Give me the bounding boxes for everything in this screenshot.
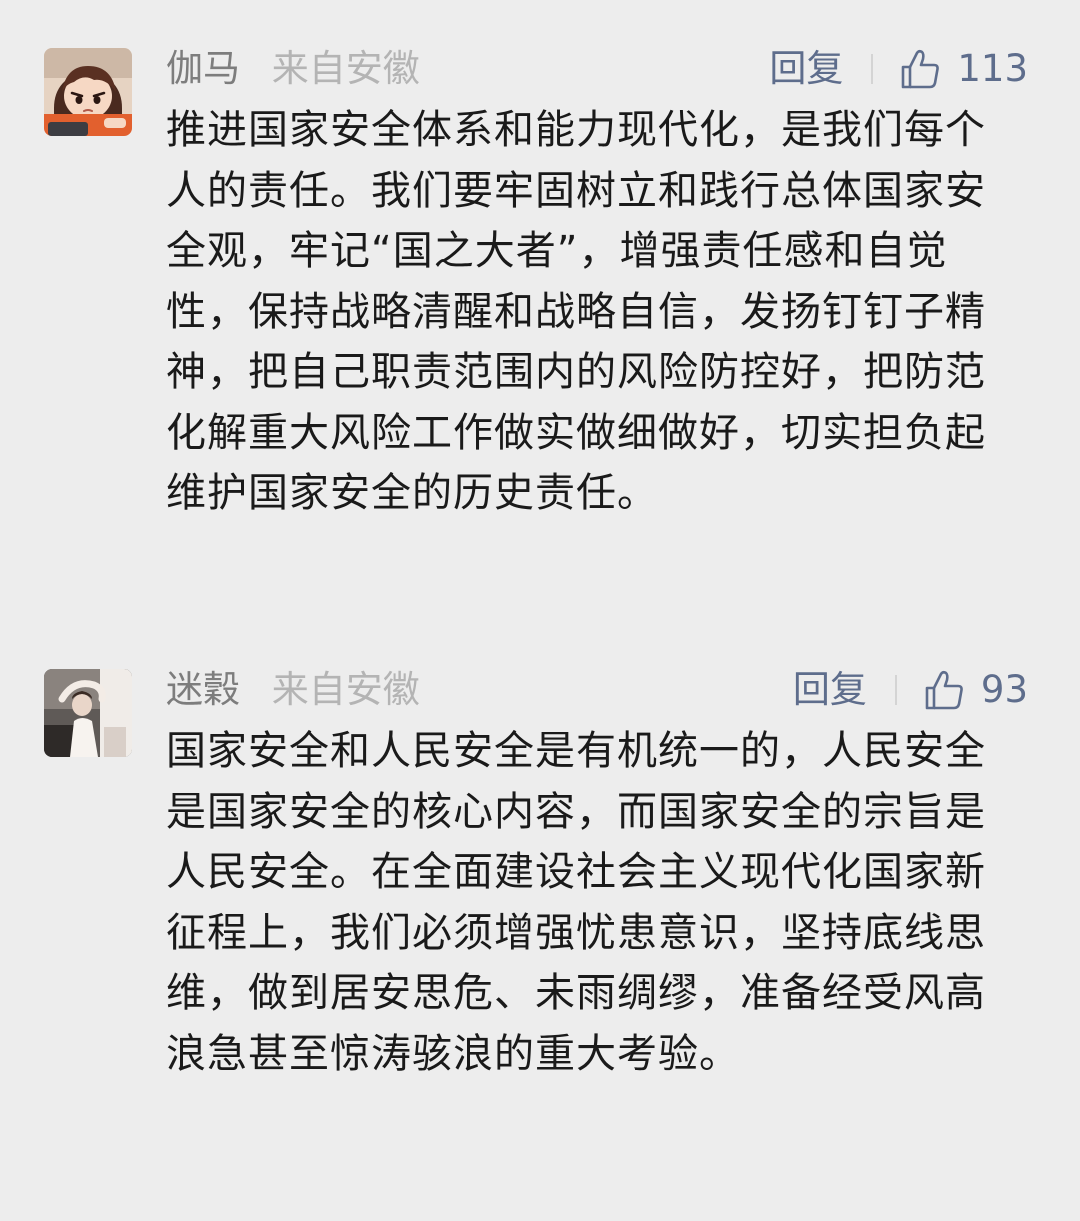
reply-button[interactable]: 回复 — [769, 44, 843, 94]
location-label: 来自安徽 — [271, 47, 420, 90]
comment-actions: 回复 113 — [769, 44, 1028, 94]
comment-meta: 伽马 来自安徽 — [166, 44, 420, 94]
comment-text: 推进国家安全体系和能力现代化，是我们每个人的责任。我们要牢固树立和践行总体国家安… — [166, 107, 986, 516]
like-count: 93 — [980, 668, 1028, 711]
avatar[interactable] — [44, 48, 132, 136]
username[interactable]: 伽马 — [166, 47, 240, 90]
username[interactable]: 迷穀 — [166, 668, 240, 711]
thumbs-up-icon — [925, 670, 963, 710]
avatar-cartoon-girl-image — [44, 48, 132, 136]
comment-meta: 迷穀 来自安徽 — [166, 665, 420, 715]
avatar[interactable] — [44, 669, 132, 757]
reply-button[interactable]: 回复 — [793, 665, 867, 715]
comment-actions: 回复 93 — [793, 665, 1028, 715]
like-count: 113 — [957, 47, 1028, 90]
divider — [894, 675, 897, 705]
divider — [871, 54, 874, 84]
comment-text: 国家安全和人民安全是有机统一的，人民安全是国家安全的核心内容，而国家安全的宗旨是… — [166, 728, 986, 1077]
like-button[interactable]: 93 — [923, 665, 1028, 715]
location-label: 来自安徽 — [271, 668, 420, 711]
like-button[interactable]: 113 — [899, 44, 1028, 94]
thumbs-up-icon — [902, 49, 940, 89]
comment-list: 伽马 来自安徽 回复 113 推进国家安全体系和能力现代化，是我们每个人的责任。… — [0, 0, 1080, 1221]
avatar-photo-image — [44, 669, 132, 757]
